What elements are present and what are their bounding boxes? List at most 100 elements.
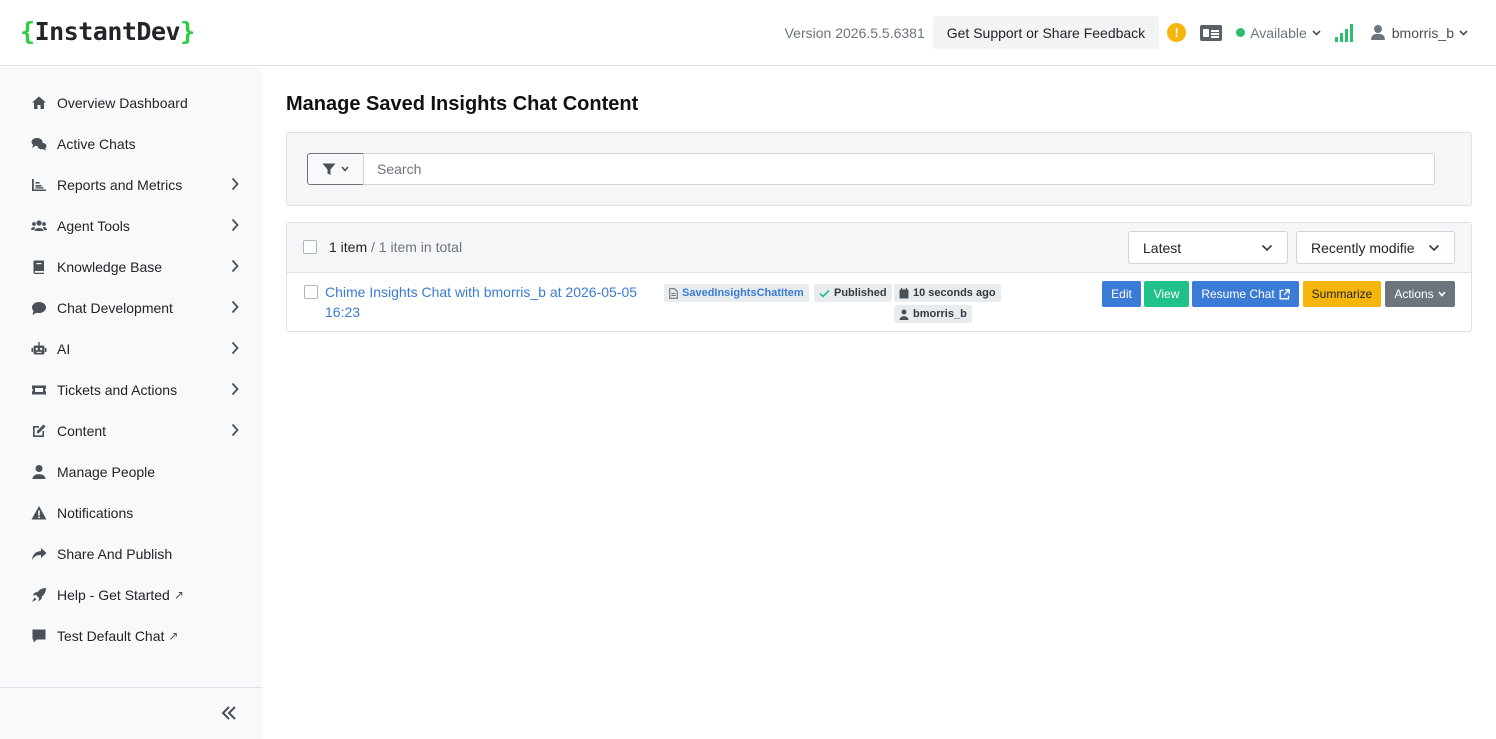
sidebar-item-label: AI — [57, 340, 71, 357]
filter-panel — [286, 132, 1472, 206]
version-label: Version 2026.5.5.6381 — [784, 24, 925, 41]
sidebar-item-chat-development[interactable]: Chat Development — [0, 287, 262, 328]
external-link-icon — [1279, 288, 1290, 299]
chevron-right-icon — [230, 423, 240, 437]
robot-icon — [31, 341, 47, 357]
share-icon — [31, 546, 47, 562]
chevron-down-icon — [1312, 29, 1321, 36]
chevron-down-icon — [341, 166, 349, 172]
user-icon — [899, 309, 909, 320]
sidebar-item-content[interactable]: Content — [0, 410, 262, 451]
user-icon — [31, 464, 47, 480]
timestamp-label: 10 seconds ago — [913, 287, 996, 299]
sidebar-item-help-get-started[interactable]: Help - Get Started ↗ — [0, 574, 262, 615]
username-label: bmorris_b — [1391, 24, 1454, 41]
sidebar-item-active-chats[interactable]: Active Chats — [0, 123, 262, 164]
sidebar-item-tickets-and-actions[interactable]: Tickets and Actions — [0, 369, 262, 410]
availability-dropdown[interactable]: Available — [1236, 25, 1321, 41]
chevron-right-icon — [230, 341, 240, 355]
filter-dropdown-button[interactable] — [307, 153, 364, 185]
external-link-icon: ↗ — [168, 628, 179, 643]
sidebar-item-label: Chat Development — [57, 299, 173, 316]
type-tag-label: SavedInsightsChatItem — [682, 287, 804, 299]
owner-badge: bmorris_b — [894, 305, 972, 323]
sidebar-item-notifications[interactable]: Notifications — [0, 492, 262, 533]
book-icon — [31, 259, 47, 275]
availability-label: Available — [1250, 24, 1307, 41]
edit-button[interactable]: Edit — [1102, 281, 1141, 307]
chevron-down-icon — [1428, 243, 1440, 253]
sidebar-item-label: Knowledge Base — [57, 258, 163, 275]
sidebar-item-reports-and-metrics[interactable]: Reports and Metrics — [0, 164, 262, 205]
sidebar-item-agent-tools[interactable]: Agent Tools — [0, 205, 262, 246]
sidebar-footer — [0, 687, 262, 739]
sidebar-item-label: Agent Tools — [57, 217, 130, 234]
actions-label: Actions — [1394, 287, 1434, 301]
chevron-down-icon — [1459, 29, 1468, 36]
sidebar-item-share-and-publish[interactable]: Share And Publish — [0, 533, 262, 574]
collapse-sidebar-icon[interactable] — [220, 704, 238, 722]
sidebar-item-label: Reports and Metrics — [57, 176, 183, 193]
sidebar-item-label: Content — [57, 422, 107, 439]
actions-dropdown-button[interactable]: Actions — [1385, 281, 1455, 307]
filter-icon — [322, 163, 336, 175]
id-card-icon[interactable] — [1200, 24, 1223, 41]
chart-icon — [31, 177, 47, 193]
sidebar-item-manage-people[interactable]: Manage People — [0, 451, 262, 492]
chevron-right-icon — [230, 218, 240, 232]
timestamp-badge: 10 seconds ago — [894, 284, 1001, 302]
user-menu[interactable]: bmorris_b — [1370, 24, 1468, 41]
view-button[interactable]: View — [1144, 281, 1189, 307]
users-icon — [31, 218, 47, 234]
sidebar-item-test-default-chat[interactable]: Test Default Chat ↗ — [0, 615, 262, 656]
app-logo[interactable]: {InstantDev} — [20, 17, 195, 46]
calendar-icon — [899, 287, 909, 298]
sort-field-select[interactable]: Recently modifie — [1296, 231, 1455, 264]
sidebar-item-overview-dashboard[interactable]: Overview Dashboard — [0, 82, 262, 123]
item-title-link[interactable]: Chime Insights Chat with bmorris_b at 20… — [325, 282, 655, 322]
sidebar-item-label: Test Default Chat — [57, 627, 165, 644]
list-header: 1 item / 1 item in total Latest Recently… — [287, 223, 1471, 273]
logo-brace-close: } — [180, 17, 195, 46]
support-feedback-button[interactable]: Get Support or Share Feedback — [932, 16, 1160, 49]
item-count-main: 1 item — [329, 239, 368, 255]
status-badge: Published — [814, 284, 892, 302]
sidebar-item-label: Tickets and Actions — [57, 381, 178, 398]
sort-field-value: Recently modifie — [1311, 239, 1415, 256]
alert-icon[interactable]: ! — [1167, 23, 1187, 42]
logo-brace-open: { — [20, 17, 35, 46]
chevron-right-icon — [230, 259, 240, 273]
chevron-down-icon — [1438, 291, 1446, 297]
page-title: Manage Saved Insights Chat Content — [286, 93, 639, 115]
sidebar-item-label: Share And Publish — [57, 545, 173, 562]
chevron-right-icon — [230, 382, 240, 396]
search-input[interactable] — [363, 153, 1435, 185]
resume-chat-button[interactable]: Resume Chat — [1192, 281, 1299, 307]
sidebar-item-label: Active Chats — [57, 135, 136, 152]
status-badge-label: Published — [834, 287, 887, 299]
sort-order-value: Latest — [1143, 239, 1182, 256]
sidebar: Overview Dashboard Active Chats Reports … — [0, 67, 262, 739]
row-checkbox[interactable] — [304, 285, 318, 299]
header-controls: Version 2026.5.5.6381 Get Support or Sha… — [785, 16, 1468, 49]
rocket-icon — [31, 587, 47, 603]
chevron-right-icon — [230, 300, 240, 314]
type-tag[interactable]: SavedInsightsChatItem — [664, 284, 809, 302]
sidebar-item-label: Overview Dashboard — [57, 94, 188, 111]
logo-text: InstantDev — [34, 17, 181, 46]
message-icon — [31, 628, 47, 644]
signal-strength-icon — [1334, 23, 1353, 42]
external-link-icon: ↗ — [173, 587, 184, 602]
sort-order-select[interactable]: Latest — [1128, 231, 1288, 264]
ticket-icon — [31, 382, 47, 398]
warning-icon — [31, 505, 47, 521]
sidebar-item-ai[interactable]: AI — [0, 328, 262, 369]
home-icon — [31, 95, 47, 111]
resume-chat-label: Resume Chat — [1201, 287, 1275, 301]
select-all-checkbox[interactable] — [303, 240, 317, 254]
sidebar-item-knowledge-base[interactable]: Knowledge Base — [0, 246, 262, 287]
status-dot-icon — [1236, 28, 1246, 37]
comment-icon — [31, 300, 47, 316]
owner-label: bmorris_b — [913, 308, 967, 320]
summarize-button[interactable]: Summarize — [1303, 281, 1381, 307]
